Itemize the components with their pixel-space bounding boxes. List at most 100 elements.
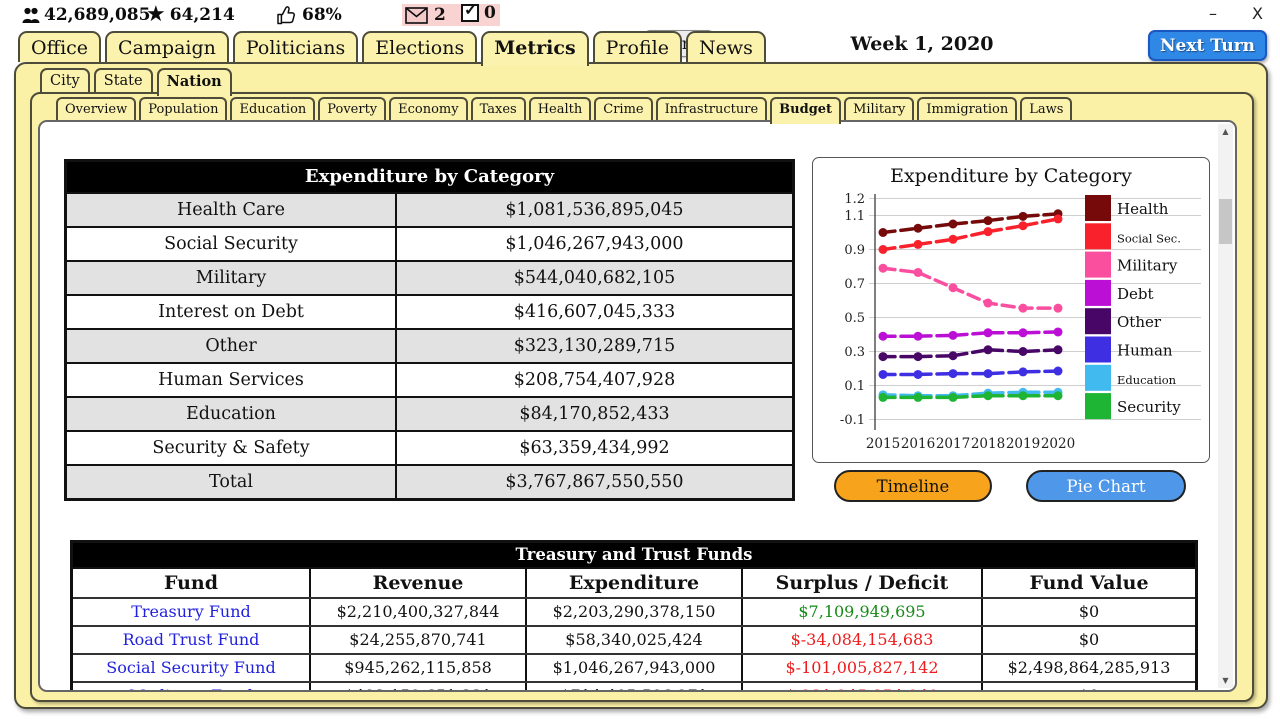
expenditure-category: Security & Safety — [67, 432, 397, 464]
approval-stat: 68% — [276, 3, 342, 27]
expenditure-table: Expenditure by Category Health Care$1,08… — [64, 159, 795, 501]
metric-tab-crime[interactable]: Crime — [594, 97, 652, 120]
y-tick-label: 0.3 — [844, 345, 865, 360]
data-point — [1019, 367, 1028, 376]
metric-tab-laws[interactable]: Laws — [1020, 97, 1072, 120]
metric-tab-immigration[interactable]: Immigration — [917, 97, 1017, 120]
data-point — [914, 224, 923, 233]
region-tab-city[interactable]: City — [40, 68, 90, 92]
next-turn-button[interactable]: Next Turn — [1148, 30, 1267, 61]
data-point — [949, 393, 958, 402]
chart-title: Expenditure by Category — [890, 165, 1132, 187]
treasury-table-body: Treasury Fund$2,210,400,327,844$2,203,29… — [73, 597, 1195, 692]
metric-tab-budget[interactable]: Budget — [770, 97, 841, 124]
y-tick-label: 0.9 — [844, 243, 865, 258]
treasury-table-header: FundRevenueExpenditureSurplus / DeficitF… — [73, 567, 1195, 597]
treasury-row: Road Trust Fund$24,255,870,741$58,340,02… — [73, 625, 1195, 653]
region-tab-nation[interactable]: Nation — [157, 68, 232, 96]
region-tab-state[interactable]: State — [94, 68, 153, 92]
scroll-up-icon[interactable]: ▲ — [1218, 124, 1233, 139]
tab-profile[interactable]: Profile — [593, 31, 682, 62]
legend-swatch — [1085, 223, 1111, 249]
metric-tab-education[interactable]: Education — [230, 97, 315, 120]
fund-value: $0 — [983, 599, 1195, 625]
legend-swatch — [1085, 365, 1111, 391]
metric-tab-overview[interactable]: Overview — [56, 97, 136, 120]
legend-label: Other — [1117, 313, 1162, 331]
tab-news[interactable]: News — [686, 31, 766, 62]
approval-percent: 68% — [302, 5, 342, 25]
treasury-table-title: Treasury and Trust Funds — [73, 543, 1195, 567]
series-line — [883, 396, 1058, 398]
close-button[interactable]: X — [1252, 4, 1263, 23]
data-point — [1054, 304, 1063, 313]
fund-link[interactable]: Treasury Fund — [73, 599, 311, 625]
scroll-down-icon[interactable]: ▼ — [1218, 673, 1233, 688]
scrollbar-thumb[interactable] — [1219, 199, 1232, 244]
y-tick-label: 1.2 — [844, 192, 865, 207]
metric-tab-infrastructure[interactable]: Infrastructure — [656, 97, 768, 120]
data-point — [914, 393, 923, 402]
expenditure-row: Security & Safety$63,359,434,992 — [67, 430, 792, 464]
mail-count: 2 — [434, 5, 446, 25]
data-point — [1054, 345, 1063, 354]
x-tick-label: 2020 — [1041, 436, 1075, 452]
stars-stat: ★ 64,214 — [146, 3, 235, 27]
data-point — [1054, 327, 1063, 336]
metric-tab-economy[interactable]: Economy — [389, 97, 467, 120]
data-point — [1019, 304, 1028, 313]
fund-link[interactable]: Medicare Fund — [73, 683, 311, 692]
budget-content-panel: Expenditure by Category Health Care$1,08… — [38, 120, 1237, 692]
expenditure-row: Interest on Debt$416,607,045,333 — [67, 294, 792, 328]
series-line — [883, 332, 1058, 336]
data-point — [984, 227, 993, 236]
fund-link[interactable]: Social Security Fund — [73, 655, 311, 681]
tab-politicians[interactable]: Politicians — [233, 31, 358, 62]
legend-swatch — [1085, 252, 1111, 278]
region-tab-bar: CityStateNation — [40, 68, 232, 96]
x-tick-label: 2018 — [971, 436, 1005, 452]
metric-tab-taxes[interactable]: Taxes — [471, 97, 526, 120]
expenditure-row: Military$544,040,682,105 — [67, 260, 792, 294]
data-point — [949, 369, 958, 378]
y-tick-label: -0.1 — [840, 413, 865, 428]
fund-surplus: $-231,245,854,940 — [743, 683, 983, 692]
metric-tab-poverty[interactable]: Poverty — [318, 97, 386, 120]
expenditure-value: $84,170,852,433 — [397, 398, 792, 430]
tab-metrics[interactable]: Metrics — [481, 31, 588, 66]
expenditure-category: Social Security — [67, 228, 397, 260]
population-count: 42,689,085 — [44, 5, 150, 25]
expenditure-chart-panel: Expenditure by Category1.21.10.90.70.50.… — [812, 157, 1210, 463]
tab-office[interactable]: Office — [18, 31, 101, 62]
data-point — [984, 299, 993, 308]
data-point — [879, 370, 888, 379]
legend-label: Security — [1117, 398, 1181, 416]
fund-surplus: $-101,005,827,142 — [743, 655, 983, 681]
series-line — [883, 350, 1058, 357]
metric-tab-military[interactable]: Military — [844, 97, 914, 120]
x-tick-label: 2017 — [936, 436, 970, 452]
fund-link[interactable]: Road Trust Fund — [73, 627, 311, 653]
metric-tab-health[interactable]: Health — [529, 97, 592, 120]
expenditure-value: $208,754,407,928 — [397, 364, 792, 396]
minimize-button[interactable]: – — [1209, 4, 1217, 23]
legend-label: Debt — [1117, 285, 1154, 303]
tab-campaign[interactable]: Campaign — [105, 31, 229, 62]
data-point — [1019, 328, 1028, 337]
expenditure-value: $416,607,045,333 — [397, 296, 792, 328]
vertical-scrollbar[interactable]: ▲ ▼ — [1218, 124, 1233, 688]
data-point — [949, 351, 958, 360]
fund-value: $0 — [983, 627, 1195, 653]
fund-revenue: $945,262,115,858 — [311, 655, 527, 681]
main-tab-bar: OfficeCampaignPoliticiansElectionsMetric… — [18, 31, 766, 66]
tab-elections[interactable]: Elections — [362, 31, 477, 62]
population-icon — [22, 7, 40, 24]
data-point — [949, 220, 958, 229]
series-line — [883, 268, 1058, 308]
data-point — [879, 332, 888, 341]
timeline-button[interactable]: Timeline — [834, 470, 992, 502]
metric-tab-population[interactable]: Population — [139, 97, 227, 120]
thumbs-up-icon — [276, 5, 298, 26]
pie-chart-button[interactable]: Pie Chart — [1026, 470, 1186, 502]
tasks-badge[interactable]: ✓ 0 — [461, 3, 496, 23]
